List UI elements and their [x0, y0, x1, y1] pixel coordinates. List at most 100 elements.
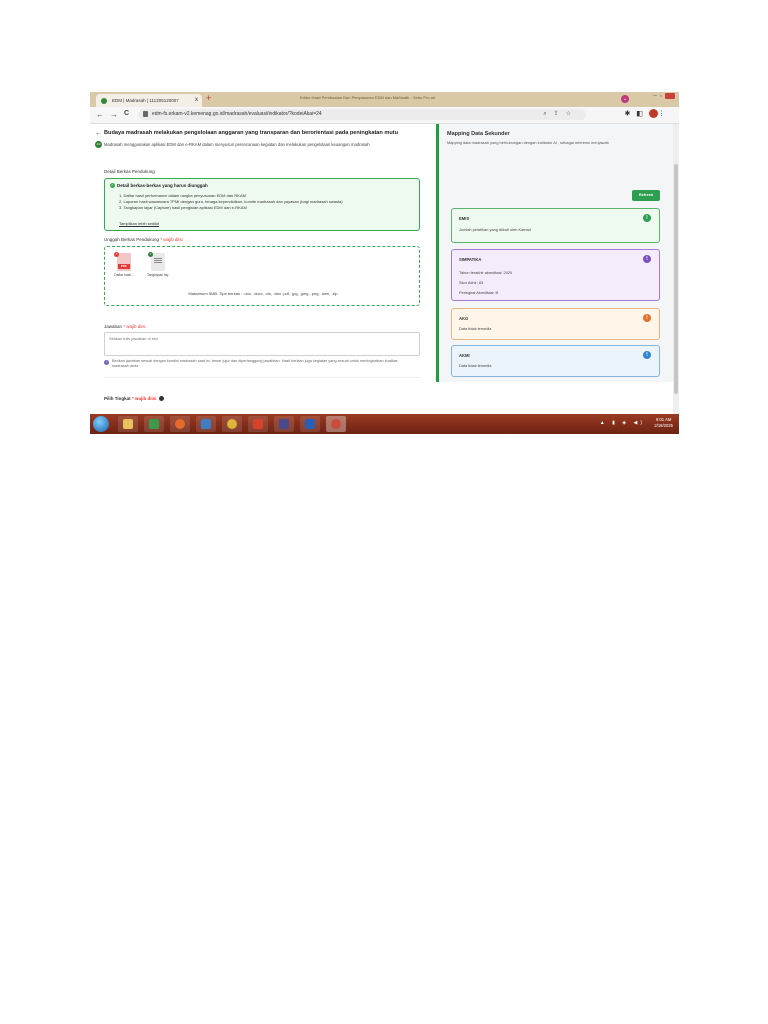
- media-app-icon[interactable]: [274, 416, 294, 432]
- answer-help-text: Berikan jawaban sesuai dengan kondisi ma…: [112, 359, 398, 368]
- url-text[interactable]: edm-fs.erkam-v2.kemenag.go.id/madrasah/e…: [152, 109, 322, 120]
- required-documents-box: ✓ Detail berkas-berkas yang harus diungga…: [104, 178, 420, 231]
- source-card-akg: AKG ! Data tidak tersedia: [451, 308, 660, 340]
- level-label: Pilih Tingkat * wajib diisi: [104, 396, 165, 402]
- new-tab-button[interactable]: +: [206, 93, 211, 103]
- alert-icon[interactable]: !: [643, 351, 651, 359]
- upload-label-text: Unggah Berkas Pendukung: [104, 237, 160, 242]
- tab-strip: EDM | Madrasah | 111205120007 x + Editor…: [90, 92, 679, 107]
- remove-file-icon[interactable]: ×: [114, 252, 119, 257]
- back-button[interactable]: ←: [96, 110, 104, 119]
- lock-icon: [143, 111, 148, 117]
- uploaded-file-doc[interactable]: × Tangkapan lay...: [147, 252, 169, 277]
- file-type-tag: PDF: [118, 264, 130, 269]
- detail-label: Detail Berkas Pendukung: [104, 169, 155, 174]
- zoom-icon[interactable]: ⌕: [543, 111, 553, 117]
- answer-form: Detail Berkas Pendukung ✓ Detail berkas-b…: [104, 166, 422, 414]
- scroll-thumb[interactable]: [674, 164, 678, 394]
- windows-start-icon[interactable]: [93, 416, 109, 432]
- required-marker: * wajib diisi: [160, 237, 183, 242]
- excel-icon[interactable]: [196, 416, 216, 432]
- upload-hint: Maksimum 5MB. Tipe berkas : .doc, .docx,…: [188, 291, 338, 296]
- check-circle-icon: ✓: [110, 183, 115, 189]
- chrome-icon[interactable]: [222, 416, 242, 432]
- kemenag-favicon-icon: [101, 98, 107, 104]
- page-scrollbar[interactable]: [673, 124, 679, 414]
- page-title: Budaya madrasah melakukan pengelolaan an…: [104, 130, 399, 136]
- help-icon[interactable]: [159, 396, 165, 402]
- required-marker: * wajib diisi: [131, 396, 157, 401]
- taskbar-clock[interactable]: 9:01 AM 2/18/2025: [654, 417, 673, 429]
- clock-date: 2/18/2025: [654, 423, 673, 428]
- pdf-file-icon: PDF: [117, 253, 131, 271]
- card-value: Peringkat Akreditasi: B: [459, 290, 499, 295]
- window-controls[interactable]: –▫: [654, 93, 675, 100]
- browser-tab[interactable]: EDM | Madrasah | 111205120007 x: [96, 94, 202, 107]
- alert-icon[interactable]: !: [643, 314, 651, 322]
- bookmark-star-icon[interactable]: ☆: [566, 111, 578, 117]
- document-file-icon: [151, 253, 165, 271]
- uploaded-file-pdf[interactable]: PDF × Daftar hasil...: [113, 252, 135, 277]
- page-subtitle: Madrasah menggunakan aplikasi EDM dan e-…: [104, 142, 370, 147]
- document-list: 1. Daftar hasil performance dalam rangka…: [119, 193, 343, 211]
- card-value: Jumlah pelatihan yang diikuti oleh Kamad: [459, 227, 531, 232]
- card-title: AKMI: [459, 353, 470, 358]
- chevron-down-icon[interactable]: ⌄: [621, 95, 629, 103]
- source-card-emis: EMIS ! Jumlah pelatihan yang diikuti ole…: [451, 208, 660, 243]
- card-value: Tahun terakhir akreditasi: 2020: [459, 270, 513, 275]
- extensions-icon[interactable]: ✱: [625, 110, 637, 117]
- source-card-simpatika: SIMPATIKA ! Tahun terakhir akreditasi: 2…: [451, 249, 660, 301]
- file-name: Tangkapan lay...: [147, 273, 169, 277]
- address-bar[interactable]: edm-fs.erkam-v2.kemenag.go.id/madrasah/e…: [138, 109, 586, 120]
- card-value: Data tidak tersedia: [459, 326, 492, 331]
- alert-icon[interactable]: !: [643, 255, 651, 263]
- forward-button[interactable]: →: [110, 110, 118, 119]
- docbox-heading: ✓ Detail berkas-berkas yang harus diungga…: [110, 183, 208, 189]
- answer-textarea[interactable]: [104, 332, 420, 356]
- answer-label-text: Jawaban: [104, 324, 123, 329]
- card-title: EMIS: [459, 216, 470, 221]
- mapping-cards: Refresh EMIS ! Jumlah pelatihan yang dii…: [439, 124, 673, 414]
- omnibox-actions: ⌕⇪☆: [543, 109, 578, 120]
- side-panel-icon[interactable]: ◧: [636, 110, 649, 117]
- pdf-app-icon[interactable]: [248, 416, 268, 432]
- browser-toolbar-icons: ✱◧ ⋮: [625, 109, 672, 118]
- close-window-icon[interactable]: [665, 93, 675, 99]
- navigation-bar: ← → C edm-fs.erkam-v2.kemenag.go.id/madr…: [90, 107, 679, 124]
- share-icon[interactable]: ⇪: [554, 111, 566, 117]
- indicator-badge: 4/4: [95, 141, 102, 148]
- chrome-active-icon[interactable]: [326, 416, 346, 432]
- file-explorer-icon[interactable]: [118, 416, 138, 432]
- list-item: 3. Tangkapan layar (Capture) hasil pengi…: [119, 205, 247, 210]
- card-title: AKG: [459, 316, 469, 321]
- answer-label: Jawaban * wajib diisi: [104, 324, 146, 329]
- firefox-icon[interactable]: [170, 416, 190, 432]
- page-back-icon[interactable]: ←: [95, 130, 102, 137]
- spreadsheet-app-icon[interactable]: [144, 416, 164, 432]
- upload-label: Unggah Berkas Pendukung * wajib diisi: [104, 237, 183, 242]
- info-icon: i: [104, 360, 109, 365]
- card-title: SIMPATIKA: [459, 257, 482, 262]
- file-name: Daftar hasil...: [114, 273, 134, 277]
- show-less-link[interactable]: Tampilkan lebih sedikit: [119, 221, 159, 226]
- required-marker: * wajib diisi: [123, 324, 146, 329]
- tab-title: EDM | Madrasah | 111205120007: [112, 98, 179, 103]
- reload-button[interactable]: C: [124, 110, 129, 117]
- card-value: Skor Akhir: 83: [459, 280, 484, 285]
- upload-dropzone[interactable]: PDF × Daftar hasil... × Tangkapan lay...…: [104, 246, 420, 306]
- windows-taskbar: ▲ ▮ ◈ ◀) 9:01 AM 2/18/2025: [90, 414, 679, 434]
- refresh-button[interactable]: Refresh: [632, 190, 660, 201]
- window-title: Editor Hasil Pembuatan Dan Penyusunan ED…: [300, 95, 435, 100]
- alert-icon[interactable]: !: [643, 214, 651, 222]
- system-tray-icons[interactable]: ▲ ▮ ◈ ◀): [600, 420, 645, 426]
- menu-kebab-icon[interactable]: ⋮: [658, 110, 671, 117]
- profile-avatar[interactable]: [649, 109, 658, 118]
- browser-screenshot: EDM | Madrasah | 111205120007 x + Editor…: [90, 92, 679, 434]
- divider: [104, 377, 420, 378]
- level-label-text: Pilih Tingkat: [104, 396, 131, 401]
- tab-close-icon[interactable]: x: [195, 94, 198, 107]
- card-value: Data tidak tersedia: [459, 363, 492, 368]
- word-icon[interactable]: [300, 416, 320, 432]
- source-card-akmi: AKMI ! Data tidak tersedia: [451, 345, 660, 377]
- remove-file-icon[interactable]: ×: [148, 252, 153, 257]
